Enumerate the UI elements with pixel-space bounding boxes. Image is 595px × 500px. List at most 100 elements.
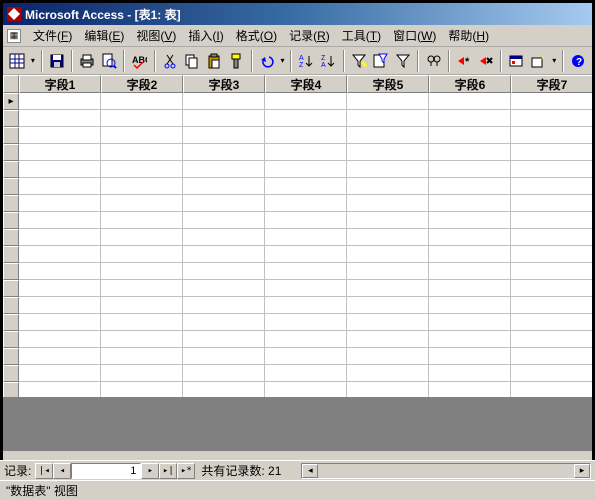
cell[interactable] (429, 127, 511, 144)
row-selector[interactable] (3, 280, 19, 297)
column-header[interactable]: 字段6 (429, 75, 511, 93)
scroll-left-icon[interactable]: ◂ (302, 464, 318, 478)
cell[interactable] (19, 365, 101, 382)
cell[interactable] (511, 263, 592, 280)
cell[interactable] (101, 195, 183, 212)
cell[interactable] (183, 110, 265, 127)
cell[interactable] (19, 195, 101, 212)
cell[interactable] (265, 144, 347, 161)
cell[interactable] (511, 127, 592, 144)
menu-v[interactable]: 视图(V) (130, 25, 182, 46)
cell[interactable] (265, 178, 347, 195)
control-menu-icon[interactable]: ▦ (7, 29, 21, 43)
cell[interactable] (429, 110, 511, 127)
cell[interactable] (429, 365, 511, 382)
cell[interactable] (347, 331, 429, 348)
nav-new-icon[interactable]: ▸* (177, 463, 195, 479)
cell[interactable] (265, 314, 347, 331)
menu-e[interactable]: 编辑(E) (78, 25, 130, 46)
cell[interactable] (183, 263, 265, 280)
cell[interactable] (101, 144, 183, 161)
row-selector[interactable] (3, 161, 19, 178)
cell[interactable] (19, 161, 101, 178)
menu-h[interactable]: 帮助(H) (442, 25, 495, 46)
cell[interactable] (429, 178, 511, 195)
find-icon[interactable] (423, 50, 443, 72)
cut-icon[interactable] (160, 50, 180, 72)
cell[interactable] (183, 161, 265, 178)
cell[interactable] (265, 93, 347, 110)
cell[interactable] (265, 297, 347, 314)
cell[interactable] (265, 365, 347, 382)
print-preview-icon[interactable] (99, 50, 119, 72)
cell[interactable] (101, 348, 183, 365)
menu-w[interactable]: 窗口(W) (387, 25, 442, 46)
row-selector[interactable] (3, 314, 19, 331)
cell[interactable] (429, 93, 511, 110)
cell[interactable] (511, 280, 592, 297)
cell[interactable] (347, 314, 429, 331)
cell[interactable] (101, 229, 183, 246)
menu-r[interactable]: 记录(R) (283, 25, 336, 46)
cell[interactable] (19, 280, 101, 297)
cell[interactable] (101, 365, 183, 382)
scroll-right-icon[interactable]: ▸ (574, 464, 590, 478)
cell[interactable] (101, 212, 183, 229)
save-icon[interactable] (47, 50, 67, 72)
row-selector[interactable] (3, 144, 19, 161)
cell[interactable] (19, 144, 101, 161)
sort-asc-icon[interactable]: AZ (296, 50, 316, 72)
cell[interactable] (429, 195, 511, 212)
cell[interactable] (183, 144, 265, 161)
format-painter-icon[interactable] (226, 50, 246, 72)
spellcheck-icon[interactable]: ABC (129, 50, 149, 72)
copy-icon[interactable] (182, 50, 202, 72)
cell[interactable] (101, 331, 183, 348)
cell[interactable] (347, 280, 429, 297)
view-dropdown-icon[interactable]: ▾ (29, 50, 36, 72)
menu-o[interactable]: 格式(O) (230, 25, 283, 46)
cell[interactable] (511, 144, 592, 161)
cell[interactable] (265, 212, 347, 229)
datasheet-grid[interactable]: 字段1字段2字段3字段4字段5字段6字段7▸* (3, 75, 592, 450)
cell[interactable] (347, 365, 429, 382)
cell[interactable] (183, 246, 265, 263)
cell[interactable] (265, 280, 347, 297)
cell[interactable] (19, 297, 101, 314)
cell[interactable] (19, 263, 101, 280)
apply-filter-icon[interactable] (393, 50, 413, 72)
print-icon[interactable] (77, 50, 97, 72)
row-selector[interactable] (3, 110, 19, 127)
cell[interactable] (19, 331, 101, 348)
help-icon[interactable]: ? (568, 50, 588, 72)
filter-selection-icon[interactable] (349, 50, 369, 72)
cell[interactable] (429, 297, 511, 314)
cell[interactable] (183, 365, 265, 382)
cell[interactable] (347, 246, 429, 263)
cell[interactable] (19, 212, 101, 229)
cell[interactable] (511, 93, 592, 110)
column-header[interactable]: 字段5 (347, 75, 429, 93)
column-header[interactable]: 字段4 (265, 75, 347, 93)
cell[interactable] (347, 144, 429, 161)
cell[interactable] (511, 331, 592, 348)
cell[interactable] (101, 178, 183, 195)
cell[interactable] (347, 263, 429, 280)
cell[interactable] (183, 229, 265, 246)
cell[interactable] (19, 127, 101, 144)
cell[interactable] (429, 348, 511, 365)
row-selector[interactable]: ▸ (3, 93, 19, 110)
cell[interactable] (511, 161, 592, 178)
cell[interactable] (265, 127, 347, 144)
row-selector[interactable] (3, 229, 19, 246)
menu-i[interactable]: 插入(I) (182, 25, 229, 46)
cell[interactable] (265, 246, 347, 263)
nav-prev-icon[interactable]: ◂ (53, 463, 71, 479)
paste-icon[interactable] (204, 50, 224, 72)
row-selector[interactable] (3, 178, 19, 195)
cell[interactable] (347, 178, 429, 195)
column-header[interactable]: 字段2 (101, 75, 183, 93)
nav-last-icon[interactable]: ▸| (159, 463, 177, 479)
row-selector[interactable] (3, 195, 19, 212)
cell[interactable] (183, 127, 265, 144)
